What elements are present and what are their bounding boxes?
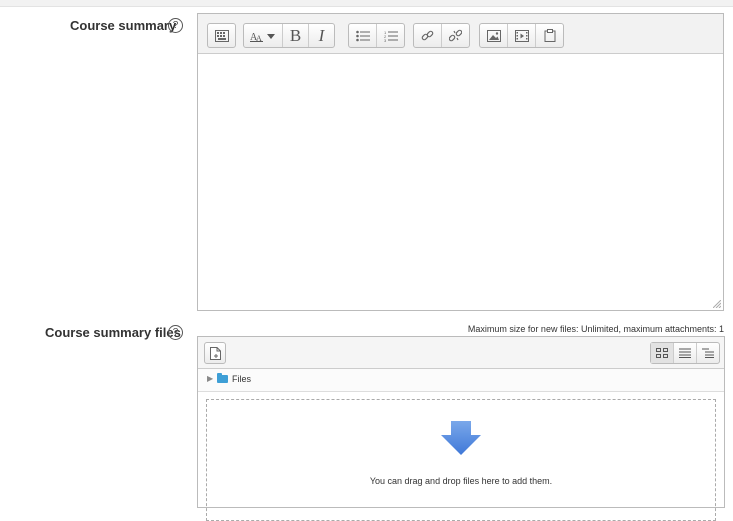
- course-summary-files-label: Course summary files: [45, 325, 181, 340]
- resize-handle-icon[interactable]: [713, 300, 721, 308]
- course-summary-editor: AA B I 123: [197, 13, 724, 311]
- paragraph-styles-button[interactable]: AA: [244, 24, 283, 47]
- list-icon: [679, 348, 691, 358]
- toolbar-group-2: AA B I: [243, 23, 335, 48]
- down-arrow-icon: [441, 421, 481, 455]
- insert-image-button[interactable]: [480, 24, 508, 47]
- view-tree-button[interactable]: [697, 343, 719, 363]
- image-icon: [486, 29, 501, 42]
- grid-icon: [656, 348, 668, 358]
- ordered-list-button[interactable]: 123: [377, 24, 404, 47]
- folder-name[interactable]: Files: [232, 374, 251, 384]
- clipboard-icon: [544, 29, 555, 42]
- unordered-list-button[interactable]: [349, 24, 377, 47]
- font-style-icon: AA: [250, 32, 275, 42]
- insert-media-button[interactable]: [508, 24, 536, 47]
- help-icon[interactable]: ?: [168, 18, 183, 33]
- italic-button[interactable]: I: [309, 24, 334, 47]
- keyboard-icon: [214, 29, 229, 42]
- add-file-button[interactable]: [204, 342, 226, 364]
- bullet-list-icon: [355, 30, 370, 41]
- max-size-info: Maximum size for new files: Unlimited, m…: [467, 324, 724, 334]
- manage-files-button[interactable]: [536, 24, 563, 47]
- course-summary-label: Course summary: [70, 18, 177, 33]
- toolbar-group-5: [479, 23, 564, 48]
- svg-text:A: A: [256, 34, 262, 42]
- folder-icon: [217, 373, 228, 383]
- add-file-icon: [209, 346, 221, 360]
- editor-toolbar: AA B I 123: [198, 14, 723, 54]
- view-icons-button[interactable]: [651, 343, 674, 363]
- toolbar-group-4: [413, 23, 470, 48]
- file-manager: ▶ Files You can drag and drop files here…: [197, 336, 725, 521]
- tree-icon: [702, 348, 714, 358]
- show-more-buttons-button[interactable]: [208, 24, 235, 47]
- drop-instructions: You can drag and drop files here to add …: [369, 476, 553, 486]
- editor-content-area[interactable]: [198, 54, 723, 310]
- view-list-button[interactable]: [674, 343, 697, 363]
- top-divider: [0, 0, 733, 7]
- link-icon: [421, 30, 434, 41]
- toolbar-group-3: 123: [348, 23, 405, 48]
- svg-text:3: 3: [384, 38, 387, 42]
- bold-button[interactable]: B: [283, 24, 309, 47]
- help-icon[interactable]: ?: [168, 325, 183, 340]
- numbered-list-icon: 123: [384, 30, 398, 42]
- expand-triangle-icon[interactable]: ▶: [207, 374, 213, 383]
- toolbar-group-1: [207, 23, 236, 48]
- file-drop-zone[interactable]: You can drag and drop files here to add …: [206, 399, 716, 521]
- unlink-icon: [449, 29, 462, 42]
- view-switcher: [650, 342, 720, 364]
- film-icon: [514, 29, 529, 42]
- unlink-button[interactable]: [442, 24, 469, 47]
- file-manager-toolbar: [198, 337, 724, 369]
- folder-path-bar: ▶ Files: [198, 369, 724, 392]
- link-button[interactable]: [414, 24, 442, 47]
